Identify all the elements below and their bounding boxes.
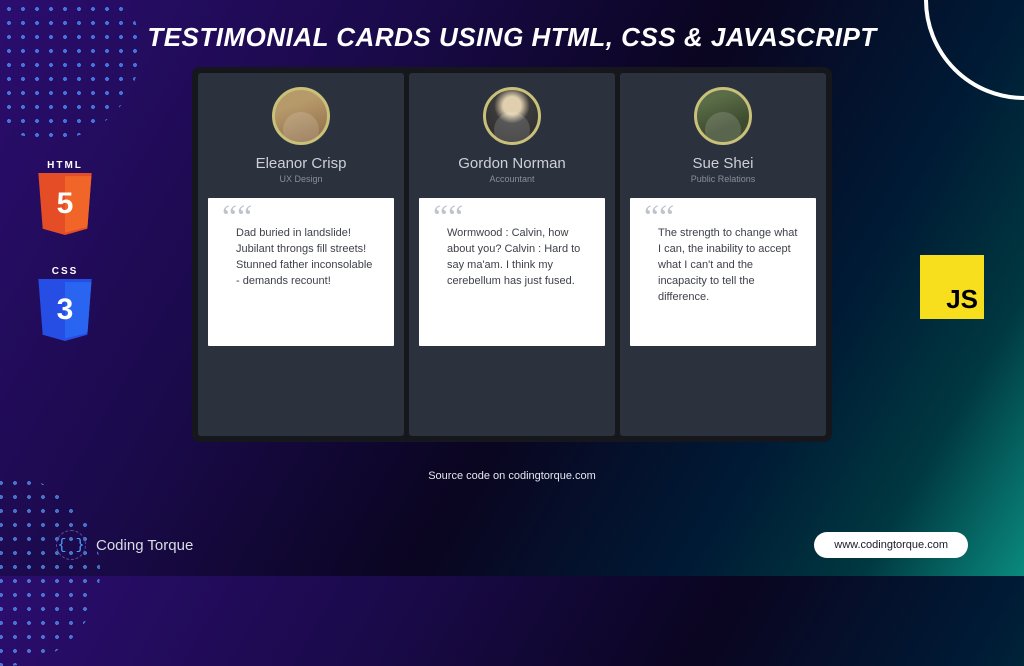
person-role: Public Relations	[691, 174, 756, 184]
quote-text: The strength to change what I can, the i…	[644, 226, 802, 306]
testimonial-card: Sue Shei Public Relations ““ The strengt…	[620, 73, 826, 436]
quote-mark-icon: ““	[433, 208, 591, 226]
person-role: Accountant	[489, 174, 534, 184]
source-code-line: Source code on codingtorque.com	[0, 470, 1024, 482]
html5-label: HTML	[30, 160, 100, 171]
quote-text: Wormwood : Calvin, how about you? Calvin…	[433, 226, 591, 290]
quote-text: Dad buried in landslide! Jubilant throng…	[222, 226, 380, 290]
avatar	[483, 87, 541, 145]
person-role: UX Design	[279, 174, 322, 184]
person-name: Eleanor Crisp	[256, 155, 347, 172]
quote-box: ““ Dad buried in landslide! Jubilant thr…	[208, 198, 394, 346]
avatar	[272, 87, 330, 145]
decorative-dots-top-left	[0, 0, 140, 140]
person-name: Gordon Norman	[458, 155, 566, 172]
quote-mark-icon: ““	[644, 208, 802, 226]
js-logo-icon: JS	[920, 255, 984, 319]
testimonial-card: Gordon Norman Accountant ““ Wormwood : C…	[409, 73, 615, 436]
website-button[interactable]: www.codingtorque.com	[814, 532, 968, 558]
page-title: TESTIMONIAL CARDS USING HTML, CSS & JAVA…	[0, 0, 1024, 67]
css3-label: CSS	[30, 266, 100, 277]
quote-box: ““ The strength to change what I can, th…	[630, 198, 816, 346]
person-name: Sue Shei	[693, 155, 754, 172]
html5-logo-icon: HTML 5	[30, 160, 100, 240]
js-glyph: JS	[946, 284, 978, 315]
css3-logo-icon: CSS 3	[30, 266, 100, 341]
brand: { } Coding Torque	[56, 530, 193, 560]
avatar	[694, 87, 752, 145]
quote-mark-icon: ““	[222, 208, 380, 226]
brand-name: Coding Torque	[96, 537, 193, 554]
tech-logos-left: HTML 5 CSS 3	[30, 160, 100, 341]
quote-box: ““ Wormwood : Calvin, how about you? Cal…	[419, 198, 605, 346]
html5-glyph: 5	[57, 187, 74, 221]
footer-row: { } Coding Torque www.codingtorque.com	[0, 530, 1024, 560]
brand-icon: { }	[56, 530, 86, 560]
testimonial-preview-area: Eleanor Crisp UX Design ““ Dad buried in…	[192, 67, 832, 442]
testimonial-card: Eleanor Crisp UX Design ““ Dad buried in…	[198, 73, 404, 436]
css3-glyph: 3	[57, 293, 74, 327]
decorative-arc-top-right	[924, 0, 1024, 100]
decorative-dots-bottom-left	[0, 476, 100, 666]
